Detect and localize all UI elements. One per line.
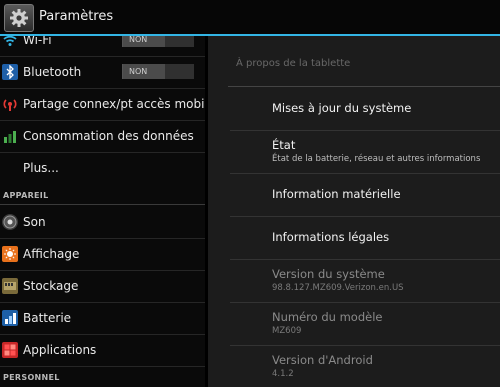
item-title: État xyxy=(272,138,296,152)
hardware-info-item[interactable]: Information matérielle xyxy=(230,173,500,217)
sidebar-item-label: Partage connex/pt accès mobile xyxy=(23,97,205,111)
tethering-icon xyxy=(2,96,18,112)
sidebar-item-tethering[interactable]: Partage connex/pt accès mobile xyxy=(0,89,205,121)
item-title: Mises à jour du système xyxy=(272,101,412,115)
sidebar-item-label: Bluetooth xyxy=(23,65,82,79)
gear-icon[interactable] xyxy=(4,4,34,32)
toggle-off-label: NON xyxy=(123,64,165,79)
system-updates-item[interactable]: Mises à jour du système xyxy=(230,87,500,131)
system-version-item: Version du système 98.8.127.MZ609.Verizo… xyxy=(230,259,500,303)
sidebar-item-label: Batterie xyxy=(23,311,72,325)
sidebar-item-storage[interactable]: Stockage xyxy=(0,271,205,303)
sidebar-item-label: Stockage xyxy=(23,279,79,293)
sidebar-item-data-usage[interactable]: Consommation des données xyxy=(0,121,205,153)
wifi-toggle[interactable]: NON xyxy=(122,36,194,47)
toggle-off-label: NON xyxy=(123,36,165,47)
sidebar-item-label: Affichage xyxy=(23,247,80,261)
item-title: Version d'Android xyxy=(272,353,373,367)
section-divider xyxy=(0,204,205,205)
sidebar-item-label: Wi-Fi xyxy=(23,36,52,47)
storage-icon xyxy=(2,278,18,294)
sidebar-item-applications[interactable]: Applications xyxy=(0,335,205,367)
item-subtitle: 4.1.2 xyxy=(272,369,294,379)
page-title: À propos de la tablette xyxy=(236,58,351,69)
data-usage-icon xyxy=(2,128,18,144)
status-item[interactable]: État État de la batterie, réseau et autr… xyxy=(230,130,500,174)
sidebar-item-sound[interactable]: Son xyxy=(0,207,205,239)
apps-icon xyxy=(2,342,18,358)
settings-sidebar: Wi-Fi NON Bluetooth NON Partage connex/p… xyxy=(0,36,205,387)
about-tablet-panel: À propos de la tablette Mises à jour du … xyxy=(208,36,500,387)
sidebar-item-label: Applications xyxy=(23,343,97,357)
sidebar-item-display[interactable]: Affichage xyxy=(0,239,205,271)
legal-info-item[interactable]: Informations légales xyxy=(230,216,500,260)
model-number-item: Numéro du modèle MZ609 xyxy=(230,302,500,346)
item-title: Information matérielle xyxy=(272,187,401,201)
sidebar-item-label: Son xyxy=(23,215,46,229)
app-title: Paramètres xyxy=(39,9,114,24)
item-subtitle: État de la batterie, réseau et autres in… xyxy=(272,154,481,164)
bluetooth-toggle[interactable]: NON xyxy=(122,64,194,79)
sound-icon xyxy=(2,214,18,230)
section-header-personal: PERSONNEL xyxy=(3,373,60,382)
item-title: Version du système xyxy=(272,267,385,281)
wifi-icon xyxy=(2,36,18,48)
section-header-device: APPAREIL xyxy=(3,191,49,200)
item-title: Numéro du modèle xyxy=(272,310,383,324)
sidebar-item-battery[interactable]: Batterie xyxy=(0,303,205,335)
display-icon xyxy=(2,246,18,262)
sidebar-item-more[interactable]: Plus... xyxy=(0,153,205,184)
item-title: Informations légales xyxy=(272,230,390,244)
action-bar: Paramètres xyxy=(0,0,500,34)
sidebar-item-label: Plus... xyxy=(23,161,59,175)
bluetooth-icon xyxy=(2,64,18,80)
android-version-item: Version d'Android 4.1.2 xyxy=(230,345,500,387)
item-subtitle: 98.8.127.MZ609.Verizon.en.US xyxy=(272,283,404,293)
battery-icon xyxy=(2,310,18,326)
item-subtitle: MZ609 xyxy=(272,326,302,336)
sidebar-item-label: Consommation des données xyxy=(23,129,194,143)
sidebar-item-bluetooth[interactable]: Bluetooth NON xyxy=(0,57,205,89)
sidebar-item-wifi[interactable]: Wi-Fi NON xyxy=(0,36,205,57)
